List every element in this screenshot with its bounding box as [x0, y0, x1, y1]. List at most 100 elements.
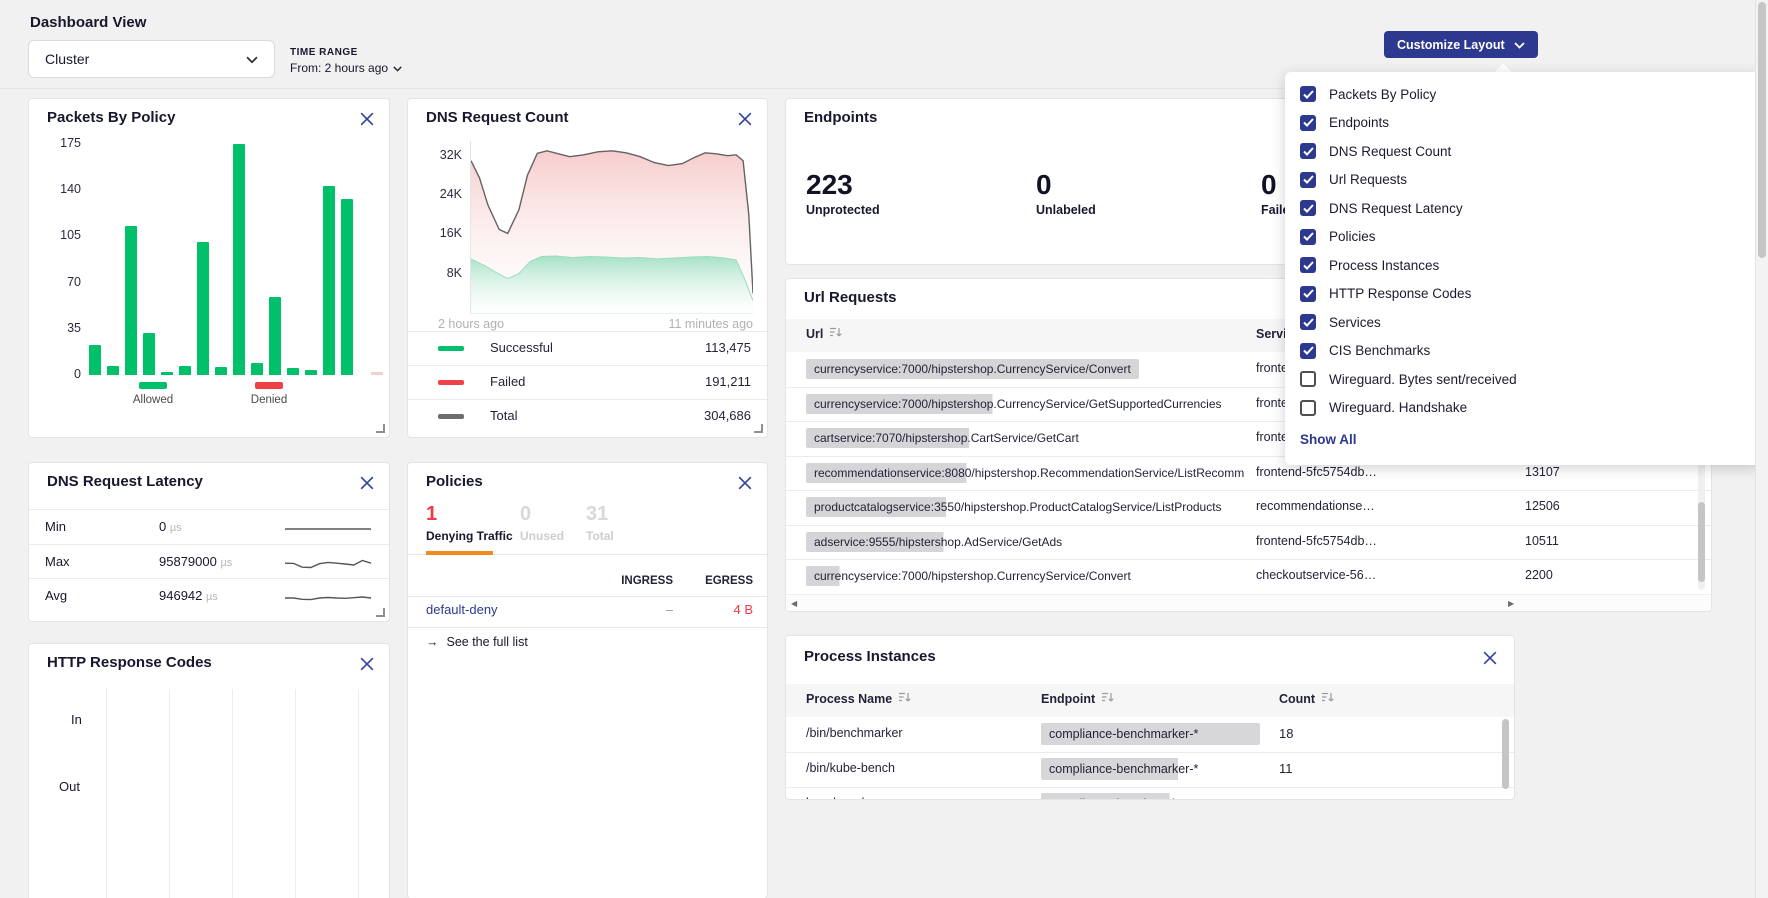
card-title: DNS Request Latency: [47, 473, 203, 490]
menu-item[interactable]: DNS Request Count: [1285, 137, 1762, 166]
resize-handle[interactable]: [754, 424, 763, 433]
customize-layout-button[interactable]: Customize Layout: [1384, 31, 1538, 58]
vertical-scrollbar-thumb[interactable]: [1698, 502, 1705, 582]
close-icon[interactable]: [359, 475, 375, 491]
page-scrollbar[interactable]: [1755, 0, 1768, 898]
menu-item[interactable]: CIS Benchmarks: [1285, 337, 1762, 366]
show-all-link[interactable]: Show All: [1300, 428, 1357, 451]
checkbox-icon[interactable]: [1300, 229, 1316, 245]
resize-handle[interactable]: [376, 424, 385, 433]
checkbox-icon[interactable]: [1300, 257, 1316, 273]
endpoint-stat: 223Unprotected: [806, 169, 880, 217]
policies-tab-denying-traffic[interactable]: 1Denying Traffic: [426, 503, 513, 543]
vertical-scrollbar-thumb[interactable]: [1502, 719, 1509, 789]
close-icon[interactable]: [359, 656, 375, 672]
endpoint-cell: compliance-benchmarker-*: [1041, 723, 1260, 745]
table-row[interactable]: benchmarkercompliance-benchmarker-*9: [786, 787, 1514, 800]
legend-row: Failed191,211: [408, 365, 767, 399]
column-header-url[interactable]: Url: [806, 327, 842, 341]
menu-item[interactable]: Endpoints: [1285, 109, 1762, 138]
checkbox-icon[interactable]: [1300, 371, 1316, 387]
menu-item[interactable]: Wireguard. Handshake: [1285, 394, 1762, 423]
checkbox-icon[interactable]: [1300, 200, 1316, 216]
legend-label: Failed: [490, 374, 525, 389]
menu-item[interactable]: HTTP Response Codes: [1285, 280, 1762, 309]
menu-item-label: Process Instances: [1329, 258, 1439, 273]
checkbox-icon[interactable]: [1300, 314, 1316, 330]
allowed-bar: [143, 333, 155, 375]
vertical-scrollbar[interactable]: [1502, 719, 1509, 797]
legend-row: Successful113,475: [408, 331, 767, 365]
latency-label: Avg: [45, 588, 67, 603]
sort-icon[interactable]: [1321, 692, 1334, 706]
allowed-bar: [125, 226, 137, 375]
menu-item-label: Services: [1329, 315, 1381, 330]
menu-item[interactable]: Url Requests: [1285, 166, 1762, 195]
policies-tab-unused[interactable]: 0Unused: [520, 503, 564, 543]
policy-link[interactable]: default-deny: [426, 602, 498, 617]
scroll-right-icon[interactable]: ▶: [1506, 597, 1516, 610]
column-header-endpoint[interactable]: Endpoint: [1041, 692, 1114, 706]
sort-icon[interactable]: [898, 692, 911, 706]
close-icon[interactable]: [359, 111, 375, 127]
menu-item[interactable]: Wireguard. Bytes sent/received: [1285, 365, 1762, 394]
scroll-left-icon[interactable]: ◀: [789, 597, 799, 610]
column-header-count[interactable]: Count: [1279, 692, 1334, 706]
checkbox-icon[interactable]: [1300, 286, 1316, 302]
x-axis-label-end: 11 minutes ago: [668, 317, 753, 331]
service-cell: checkoutservice-56…: [1256, 568, 1376, 582]
checkbox-icon[interactable]: [1300, 86, 1316, 102]
horizontal-scrollbar[interactable]: ◀ ▶: [786, 594, 1711, 610]
close-icon[interactable]: [737, 111, 753, 127]
y-tick-label: 175: [37, 136, 81, 150]
egress-header: EGRESS: [673, 575, 753, 587]
time-range-value[interactable]: From: 2 hours ago: [290, 61, 402, 75]
tab-count: 31: [586, 503, 614, 526]
allowed-bar: [89, 345, 101, 375]
table-row[interactable]: adservice:9555/hipstershop.AdService/Get…: [786, 525, 1711, 561]
table-row[interactable]: /bin/benchmarkercompliance-benchmarker-*…: [786, 717, 1514, 753]
stat-value: 0: [1036, 169, 1096, 201]
endpoint-stat: 0Unlabeled: [1036, 169, 1096, 217]
unit-label: µs: [206, 591, 218, 603]
menu-item[interactable]: Services: [1285, 308, 1762, 337]
tab-count: 0: [520, 503, 564, 526]
unit-label: µs: [220, 557, 232, 569]
resize-handle[interactable]: [376, 608, 385, 617]
column-header-process-name[interactable]: Process Name: [806, 692, 911, 706]
menu-item[interactable]: Policies: [1285, 223, 1762, 252]
latency-row: Max95879000 µs: [29, 544, 389, 579]
menu-item-label: Wireguard. Handshake: [1329, 400, 1467, 415]
allowed-bar: [179, 366, 191, 375]
grid-line: [295, 689, 296, 898]
menu-item[interactable]: Process Instances: [1285, 251, 1762, 280]
menu-item[interactable]: Packets By Policy: [1285, 80, 1762, 109]
table-row[interactable]: /bin/kube-benchcompliance-benchmarker-*1…: [786, 752, 1514, 788]
see-full-list-link[interactable]: → See the full list: [426, 635, 528, 649]
legend-label: Allowed: [133, 394, 173, 406]
menu-item[interactable]: DNS Request Latency: [1285, 194, 1762, 223]
grid-line: [232, 689, 233, 898]
checkbox-icon[interactable]: [1300, 115, 1316, 131]
divider: [408, 627, 767, 628]
checkbox-icon[interactable]: [1300, 343, 1316, 359]
checkbox-icon[interactable]: [1300, 400, 1316, 416]
close-icon[interactable]: [737, 475, 753, 491]
sort-icon[interactable]: [829, 327, 842, 341]
sort-icon[interactable]: [1101, 692, 1114, 706]
menu-item-label: Url Requests: [1329, 172, 1407, 187]
table-row[interactable]: productcatalogservice:3550/hipstershop.P…: [786, 490, 1711, 526]
legend-swatch: [438, 346, 464, 351]
url-cell: currencyservice:7000/hipstershop.Currenc…: [806, 566, 1139, 586]
checkbox-icon[interactable]: [1300, 172, 1316, 188]
page-scrollbar-thumb[interactable]: [1758, 2, 1766, 258]
count-cell: 13107: [1525, 465, 1560, 479]
close-icon[interactable]: [1482, 650, 1498, 666]
table-row[interactable]: currencyservice:7000/hipstershop.Currenc…: [786, 559, 1711, 595]
divider: [408, 596, 767, 597]
legend-label: Denied: [251, 394, 287, 406]
checkbox-icon[interactable]: [1300, 143, 1316, 159]
dns-request-latency-card: DNS Request Latency Min0 µsMax95879000 µ…: [28, 462, 390, 622]
policies-tab-total[interactable]: 31Total: [586, 503, 614, 543]
view-selector[interactable]: Cluster: [28, 40, 275, 78]
